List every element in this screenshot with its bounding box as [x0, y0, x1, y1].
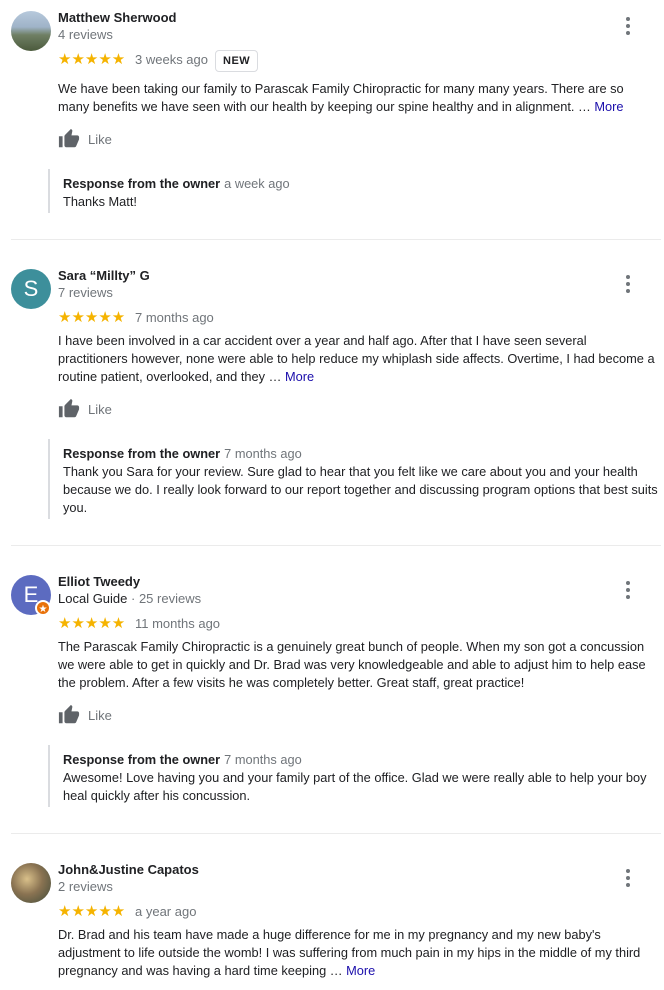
- thumbs-up-icon: [58, 398, 80, 418]
- review-date: 7 months ago: [135, 310, 214, 325]
- avatar[interactable]: S: [11, 269, 51, 309]
- new-badge: NEW: [215, 50, 259, 72]
- reviewer-name[interactable]: John&Justine Capatos: [58, 862, 199, 877]
- review-text: I have been involved in a car accident o…: [58, 333, 655, 384]
- more-options-icon[interactable]: [618, 580, 638, 600]
- star-rating: ★★★★★: [58, 615, 126, 632]
- more-options-icon[interactable]: [618, 16, 638, 36]
- more-link[interactable]: More: [594, 99, 623, 114]
- local-guide-star-icon: ★: [35, 600, 51, 616]
- star-rating: ★★★★★: [58, 51, 126, 68]
- response-text: Thanks Matt!: [63, 194, 137, 209]
- response-label: Response from the owner: [63, 752, 221, 767]
- review-text: Dr. Brad and his team have made a huge d…: [58, 927, 641, 978]
- review-count: 4 reviews: [58, 27, 113, 42]
- like-button[interactable]: Like: [58, 398, 112, 420]
- response-date: 7 months ago: [224, 446, 302, 461]
- thumbs-up-icon: [58, 128, 80, 148]
- review-card: S Sara “Millty” G 7 reviews ★★★★★ 7 mont…: [0, 258, 664, 546]
- more-link[interactable]: More: [285, 369, 314, 384]
- response-date: a week ago: [224, 176, 290, 191]
- review-count: Local Guide · 25 reviews: [58, 591, 202, 606]
- review-text: The Parascak Family Chiropractic is a ge…: [58, 639, 646, 690]
- owner-response: Response from the owner 7 months ago Than…: [48, 439, 662, 519]
- response-date: 7 months ago: [224, 752, 302, 767]
- local-guide-label: Local Guide: [58, 591, 128, 606]
- review-count: 7 reviews: [58, 285, 113, 300]
- review-count: 2 reviews: [58, 879, 113, 894]
- star-rating: ★★★★★: [58, 903, 126, 920]
- divider: [11, 239, 661, 240]
- more-options-icon[interactable]: [618, 868, 638, 888]
- divider: [11, 833, 661, 834]
- owner-response: Response from the owner a week ago Thanks…: [48, 169, 662, 213]
- like-label: Like: [88, 707, 112, 723]
- response-label: Response from the owner: [63, 176, 221, 191]
- more-link[interactable]: More: [346, 963, 375, 978]
- review-card: John&Justine Capatos 2 reviews ★★★★★ a y…: [0, 852, 664, 990]
- response-text: Thank you Sara for your review. Sure gla…: [63, 464, 658, 515]
- like-button[interactable]: Like: [58, 128, 112, 150]
- response-label: Response from the owner: [63, 446, 221, 461]
- more-options-icon[interactable]: [618, 274, 638, 294]
- like-label: Like: [88, 131, 112, 147]
- star-rating: ★★★★★: [58, 309, 126, 326]
- reviewer-name[interactable]: Elliot Tweedy: [58, 574, 140, 589]
- avatar[interactable]: [11, 11, 51, 51]
- reviewer-name[interactable]: Sara “Millty” G: [58, 268, 150, 283]
- review-text: We have been taking our family to Parasc…: [58, 81, 624, 114]
- review-card: E ★ Elliot Tweedy Local Guide · 25 revie…: [0, 564, 664, 834]
- response-text: Awesome! Love having you and your family…: [63, 770, 647, 803]
- owner-response: Response from the owner 7 months ago Awes…: [48, 745, 662, 807]
- review-date: 3 weeks ago: [135, 52, 208, 67]
- review-card: Matthew Sherwood 4 reviews ★★★★★ 3 weeks…: [0, 0, 664, 240]
- divider: [11, 545, 661, 546]
- like-label: Like: [88, 401, 112, 417]
- review-date: 11 months ago: [135, 616, 221, 631]
- thumbs-up-icon: [58, 704, 80, 724]
- avatar[interactable]: [11, 863, 51, 903]
- reviewer-name[interactable]: Matthew Sherwood: [58, 10, 176, 25]
- like-button[interactable]: Like: [58, 704, 112, 726]
- review-date: a year ago: [135, 904, 197, 919]
